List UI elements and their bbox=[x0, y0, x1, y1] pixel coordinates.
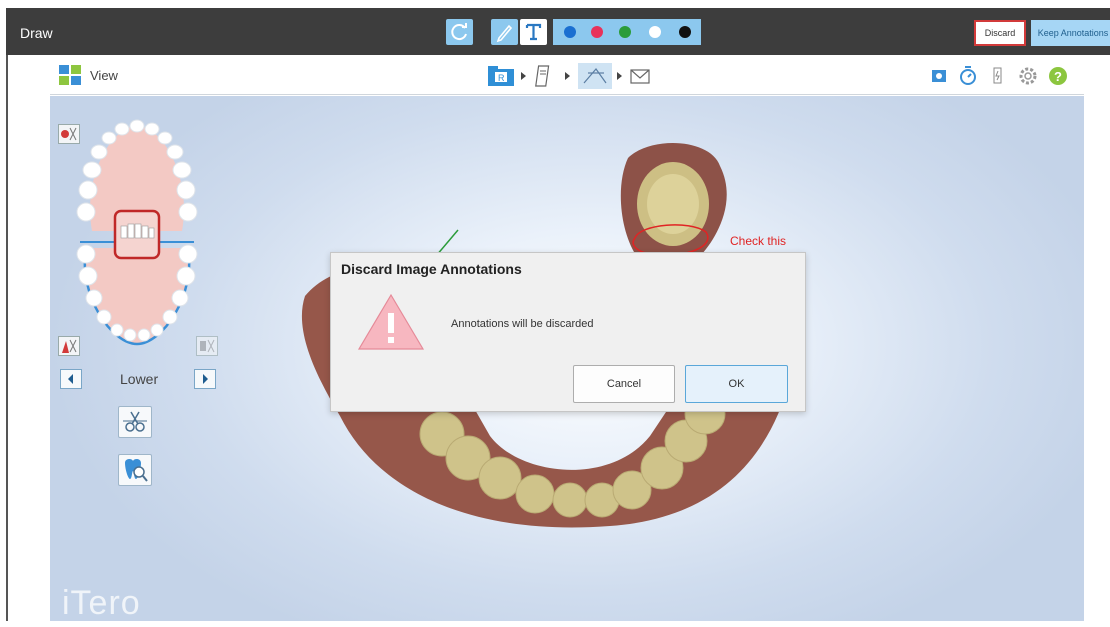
arrow-right-icon bbox=[521, 72, 526, 80]
bottom-strip bbox=[0, 621, 1110, 627]
pencil-icon bbox=[496, 24, 513, 43]
undo-button[interactable] bbox=[446, 19, 473, 45]
annotation-text[interactable]: Check this bbox=[730, 234, 786, 248]
right-tools: ? bbox=[932, 66, 1067, 85]
color-green-swatch[interactable] bbox=[619, 26, 631, 38]
occlusion-disabled-icon bbox=[200, 339, 215, 353]
timer-icon[interactable] bbox=[960, 66, 976, 85]
color-black-swatch[interactable] bbox=[679, 26, 691, 38]
color-palette bbox=[553, 19, 701, 45]
color-blue-swatch[interactable] bbox=[564, 26, 576, 38]
discard-button[interactable]: Discard bbox=[974, 20, 1026, 46]
view-grid-icon[interactable] bbox=[59, 65, 81, 85]
occlusion-map-icon bbox=[62, 339, 77, 353]
pen-tool-button[interactable] bbox=[491, 19, 518, 45]
send-step-icon[interactable] bbox=[630, 69, 650, 84]
camera-icon[interactable] bbox=[932, 70, 946, 82]
previous-arch-button[interactable] bbox=[60, 369, 82, 389]
text-tool-button[interactable] bbox=[520, 19, 547, 45]
scissors-icon bbox=[123, 411, 147, 432]
view-step-highlight bbox=[578, 63, 612, 89]
workflow-steps: R bbox=[488, 63, 650, 89]
draw-title: Draw bbox=[20, 25, 53, 41]
view-label[interactable]: View bbox=[90, 68, 118, 83]
warning-icon bbox=[357, 293, 425, 350]
arrow-right-icon bbox=[617, 72, 622, 80]
window-frame-line bbox=[6, 55, 8, 627]
chevron-left-icon bbox=[68, 374, 73, 384]
battery-icon[interactable] bbox=[993, 67, 1002, 84]
text-icon bbox=[525, 23, 542, 41]
itero-logo: iTero bbox=[62, 584, 141, 622]
svg-text:?: ? bbox=[1054, 69, 1062, 84]
rx-step-icon[interactable]: R bbox=[488, 66, 514, 86]
trim-tool-button[interactable] bbox=[118, 406, 152, 438]
color-white-swatch[interactable] bbox=[649, 26, 661, 38]
tooth-magnifier-icon bbox=[125, 458, 148, 482]
refresh-icon bbox=[451, 23, 467, 41]
app-toolbar: View R ? bbox=[50, 55, 1084, 95]
keep-annotations-button[interactable]: Keep Annotations bbox=[1031, 20, 1110, 46]
color-red-swatch[interactable] bbox=[591, 26, 603, 38]
dialog-title: Discard Image Annotations bbox=[341, 261, 522, 277]
tooth-chart[interactable] bbox=[72, 116, 202, 348]
tooth-inspect-button[interactable] bbox=[118, 454, 152, 486]
chevron-right-icon bbox=[203, 374, 208, 384]
arrow-right-icon bbox=[565, 72, 570, 80]
arch-label: Lower bbox=[120, 371, 159, 387]
occlusion-lower-toggle[interactable] bbox=[58, 336, 80, 356]
next-arch-button[interactable] bbox=[194, 369, 216, 389]
dialog-message: Annotations will be discarded bbox=[451, 318, 594, 330]
scan-step-icon[interactable] bbox=[535, 65, 550, 87]
cancel-button[interactable]: Cancel bbox=[573, 365, 675, 403]
draw-toolbar: Draw Discard Keep Annotations bbox=[6, 8, 1110, 55]
gear-icon[interactable] bbox=[1019, 67, 1037, 85]
occlusion-both-toggle[interactable] bbox=[196, 336, 218, 356]
discard-annotations-dialog: Discard Image Annotations Annotations wi… bbox=[330, 252, 806, 412]
svg-text:R: R bbox=[498, 73, 505, 83]
help-icon[interactable]: ? bbox=[1049, 67, 1067, 85]
ok-button[interactable]: OK bbox=[685, 365, 788, 403]
